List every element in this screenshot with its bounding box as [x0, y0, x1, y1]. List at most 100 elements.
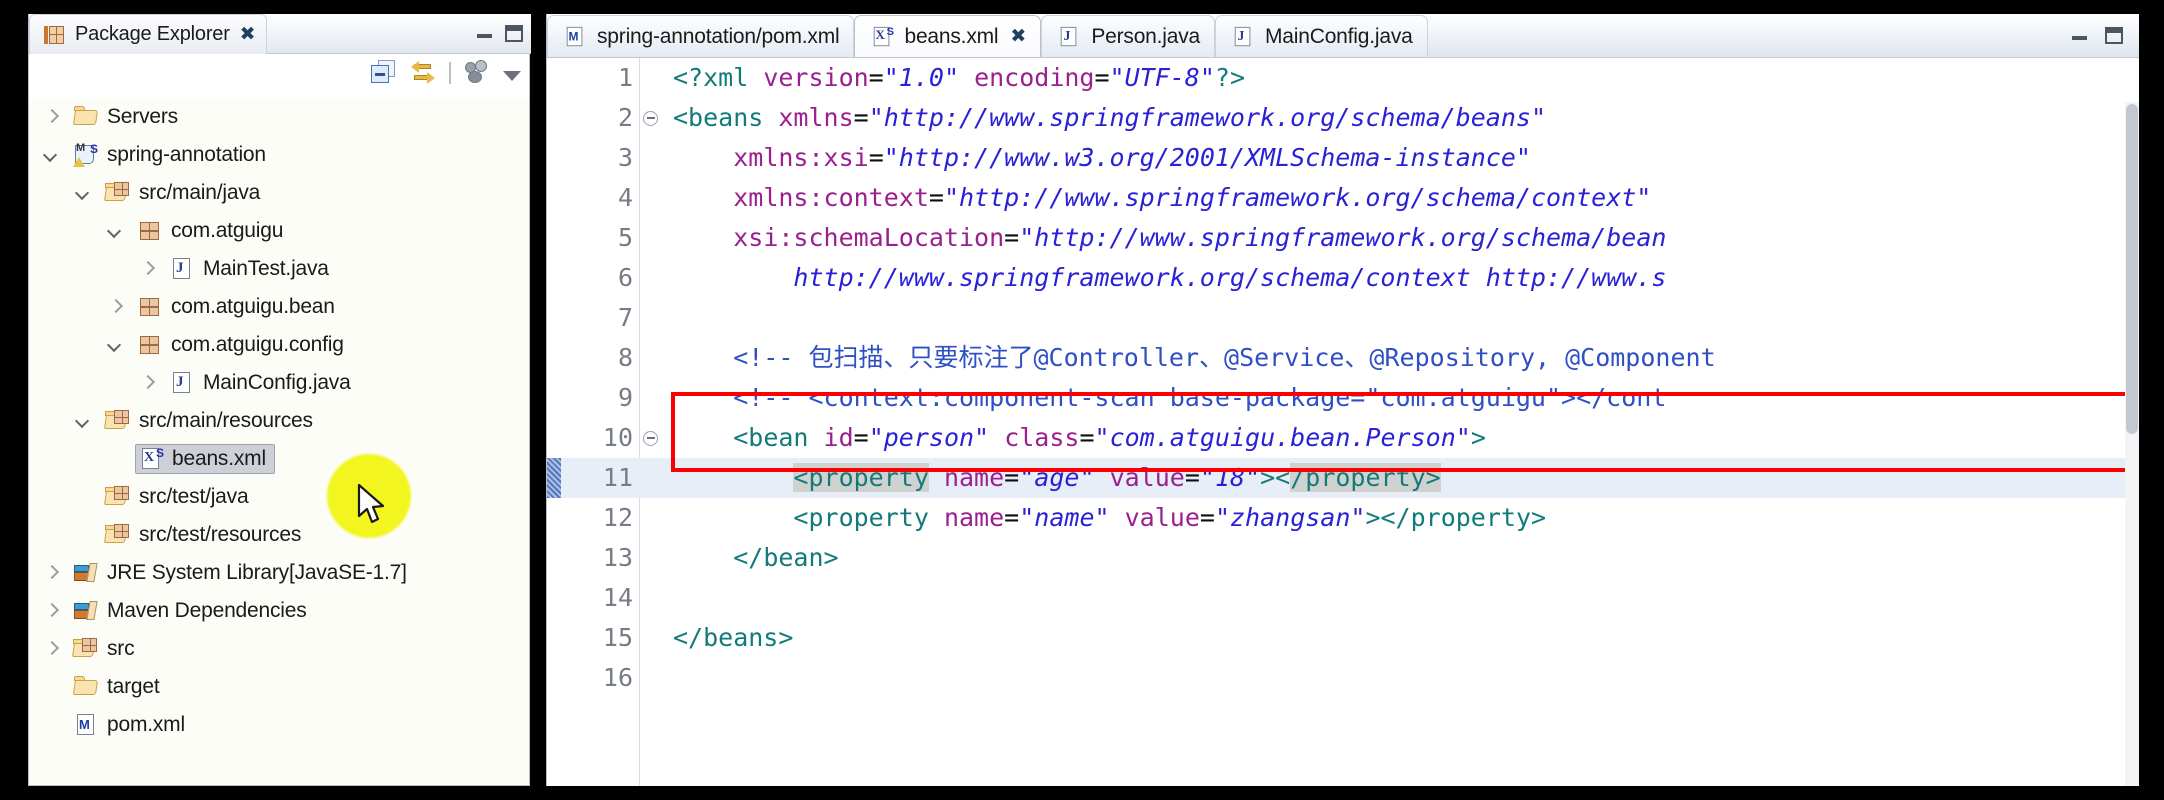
- tree-item-content[interactable]: J MainConfig.java: [167, 369, 359, 397]
- tree-item-mainconfig-java[interactable]: J MainConfig.java: [29, 364, 529, 402]
- tree-item-content[interactable]: src: [71, 635, 142, 663]
- editor-area: Mspring-annotation/pom.xml X Sbeans.xml ✖ J P…: [546, 14, 2139, 786]
- tree-item-content[interactable]: src/test/resources: [103, 521, 309, 549]
- tree-item-content[interactable]: com.atguigu: [135, 217, 291, 245]
- tree-item-content[interactable]: JRE System Library [JavaSE-1.7]: [71, 559, 415, 587]
- tree-item-maven-dependencies[interactable]: Maven Dependencies: [29, 592, 529, 630]
- tree-item-com-atguigu[interactable]: com.atguigu: [29, 212, 529, 250]
- chevron-down-icon[interactable]: [75, 413, 91, 429]
- fold-toggle-icon[interactable]: [643, 111, 658, 126]
- code-line[interactable]: 2 <beans xmlns="http://www.springframewor…: [547, 98, 2139, 138]
- chevron-down-icon[interactable]: [503, 71, 521, 81]
- tree-item-content[interactable]: src/main/resources: [103, 407, 321, 435]
- chevron-right-icon[interactable]: [43, 603, 59, 619]
- code-line-text: xmlns:context="http://www.springframewor…: [673, 178, 1651, 218]
- tree-item-content[interactable]: X S beans.xml: [135, 444, 275, 474]
- view-menu-people-icon[interactable]: [464, 60, 490, 86]
- collapse-all-icon[interactable]: [371, 60, 397, 86]
- tree-item-content[interactable]: src/test/java: [103, 483, 256, 511]
- project-tree[interactable]: Servers M S spring-annotation src/main/java c…: [29, 98, 529, 784]
- code-line[interactable]: 12 <property name="name" value="zhangsan…: [547, 498, 2139, 538]
- vertical-scrollbar-thumb[interactable]: [2126, 104, 2138, 434]
- tree-item-content[interactable]: Maven Dependencies: [71, 597, 315, 625]
- editor-tab-close-icon[interactable]: ✖: [1010, 27, 1026, 46]
- tree-item-content[interactable]: Mpom.xml: [71, 711, 193, 739]
- code-line[interactable]: 3 xmlns:xsi="http://www.w3.org/2001/XMLS…: [547, 138, 2139, 178]
- editor-window-buttons: [2069, 24, 2123, 46]
- tree-item-content[interactable]: target: [71, 673, 168, 701]
- editor-tab-mainconfig-java[interactable]: J MainConfig.java: [1215, 15, 1428, 57]
- fold-toggle-icon[interactable]: [643, 431, 658, 446]
- tree-item-content[interactable]: com.atguigu.bean: [135, 293, 343, 321]
- tree-item-target[interactable]: target: [29, 668, 529, 706]
- editor-tab-spring-annotation-pom-xml[interactable]: Mspring-annotation/pom.xml: [547, 15, 855, 57]
- vertical-scrollbar[interactable]: [2125, 102, 2139, 786]
- link-with-editor-icon[interactable]: [410, 60, 436, 86]
- tree-item-maintest-java[interactable]: J MainTest.java: [29, 250, 529, 288]
- code-line[interactable]: 13 </bean>: [547, 538, 2139, 578]
- chevron-right-icon[interactable]: [139, 261, 155, 277]
- code-line-text: </beans>: [673, 618, 793, 658]
- editor-tab-beans-xml[interactable]: X S beans.xml ✖: [854, 15, 1042, 57]
- editor-minimize-icon[interactable]: [2069, 24, 2091, 46]
- chevron-right-icon[interactable]: [107, 299, 123, 315]
- tree-item-content[interactable]: J MainTest.java: [167, 255, 337, 283]
- code-line[interactable]: 16: [547, 658, 2139, 698]
- code-line[interactable]: 10 <bean id="person" class="com.atguigu.…: [547, 418, 2139, 458]
- code-line[interactable]: 14: [547, 578, 2139, 618]
- code-line-text: <beans xmlns="http://www.springframework…: [673, 98, 1546, 138]
- editor-tab-person-java[interactable]: J Person.java: [1041, 15, 1216, 57]
- code-line[interactable]: 8 <!-- 包扫描、只要标注了@Controller、@Service、@Re…: [547, 338, 2139, 378]
- tree-item-label: com.atguigu: [171, 219, 284, 242]
- tree-item-content[interactable]: M S spring-annotation: [71, 141, 274, 169]
- chevron-down-icon[interactable]: [107, 223, 123, 239]
- tree-item-src[interactable]: src: [29, 630, 529, 668]
- tree-item-src-test-resources[interactable]: src/test/resources: [29, 516, 529, 554]
- close-icon[interactable]: ✖: [240, 25, 256, 44]
- code-token: =: [1004, 503, 1020, 532]
- tree-item-content[interactable]: src/main/java: [103, 179, 268, 207]
- code-token: xmlns:xsi: [733, 143, 869, 172]
- code-line[interactable]: 1 <?xml version="1.0" encoding="UTF-8"?>: [547, 58, 2139, 98]
- code-editor[interactable]: 1 <?xml version="1.0" encoding="UTF-8"?> 2…: [547, 58, 2139, 786]
- code-line[interactable]: 15 </beans>: [547, 618, 2139, 658]
- maven-project-icon: MS: [73, 143, 99, 167]
- tree-item-com-atguigu-config[interactable]: com.atguigu.config: [29, 326, 529, 364]
- editor-maximize-icon[interactable]: [2105, 26, 2123, 44]
- tree-item-src-test-java[interactable]: src/test/java: [29, 478, 529, 516]
- xml-file-icon: XS: [138, 447, 164, 471]
- line-number: 4: [617, 183, 633, 212]
- chevron-right-icon[interactable]: [139, 375, 155, 391]
- tree-item-src-main-resources[interactable]: src/main/resources: [29, 402, 529, 440]
- maximize-icon[interactable]: [505, 24, 523, 42]
- tree-item-content[interactable]: com.atguigu.config: [135, 331, 352, 359]
- code-line[interactable]: 11 <property name="age" value="18"></pro…: [547, 458, 2139, 498]
- tree-item-com-atguigu-bean[interactable]: com.atguigu.bean: [29, 288, 529, 326]
- code-line[interactable]: 6 http://www.springframework.org/schema/…: [547, 258, 2139, 298]
- package-icon: [137, 219, 163, 243]
- chevron-down-icon[interactable]: [75, 185, 91, 201]
- code-token: <bean: [733, 423, 824, 452]
- code-line[interactable]: 7: [547, 298, 2139, 338]
- tree-item-beans-xml[interactable]: X S beans.xml: [29, 440, 529, 478]
- code-token: ><: [1260, 463, 1291, 492]
- chevron-down-icon[interactable]: [43, 147, 59, 163]
- chevron-right-icon[interactable]: [43, 109, 59, 125]
- tree-item-content[interactable]: Servers: [71, 103, 186, 131]
- tree-item-spring-annotation[interactable]: M S spring-annotation: [29, 136, 529, 174]
- chevron-right-icon[interactable]: [43, 641, 59, 657]
- chevron-right-icon[interactable]: [43, 565, 59, 581]
- code-line-text: xmlns:xsi="http://www.w3.org/2001/XMLSch…: [673, 138, 1531, 178]
- tree-item-pom-xml[interactable]: Mpom.xml: [29, 706, 529, 744]
- code-line[interactable]: 9 <!-- <context:component-scan base-pack…: [547, 378, 2139, 418]
- code-line[interactable]: 5 xsi:schemaLocation="http://www.springf…: [547, 218, 2139, 258]
- tree-item-servers[interactable]: Servers: [29, 98, 529, 136]
- tab-package-explorer[interactable]: Package Explorer ✖: [29, 14, 267, 54]
- code-line[interactable]: 4 xmlns:context="http://www.springframew…: [547, 178, 2139, 218]
- chevron-down-icon[interactable]: [107, 337, 123, 353]
- line-number: 12: [602, 503, 633, 532]
- tree-item-src-main-java[interactable]: src/main/java: [29, 174, 529, 212]
- tree-item-jre-system-library[interactable]: JRE System Library [JavaSE-1.7]: [29, 554, 529, 592]
- minimize-icon[interactable]: [474, 22, 496, 44]
